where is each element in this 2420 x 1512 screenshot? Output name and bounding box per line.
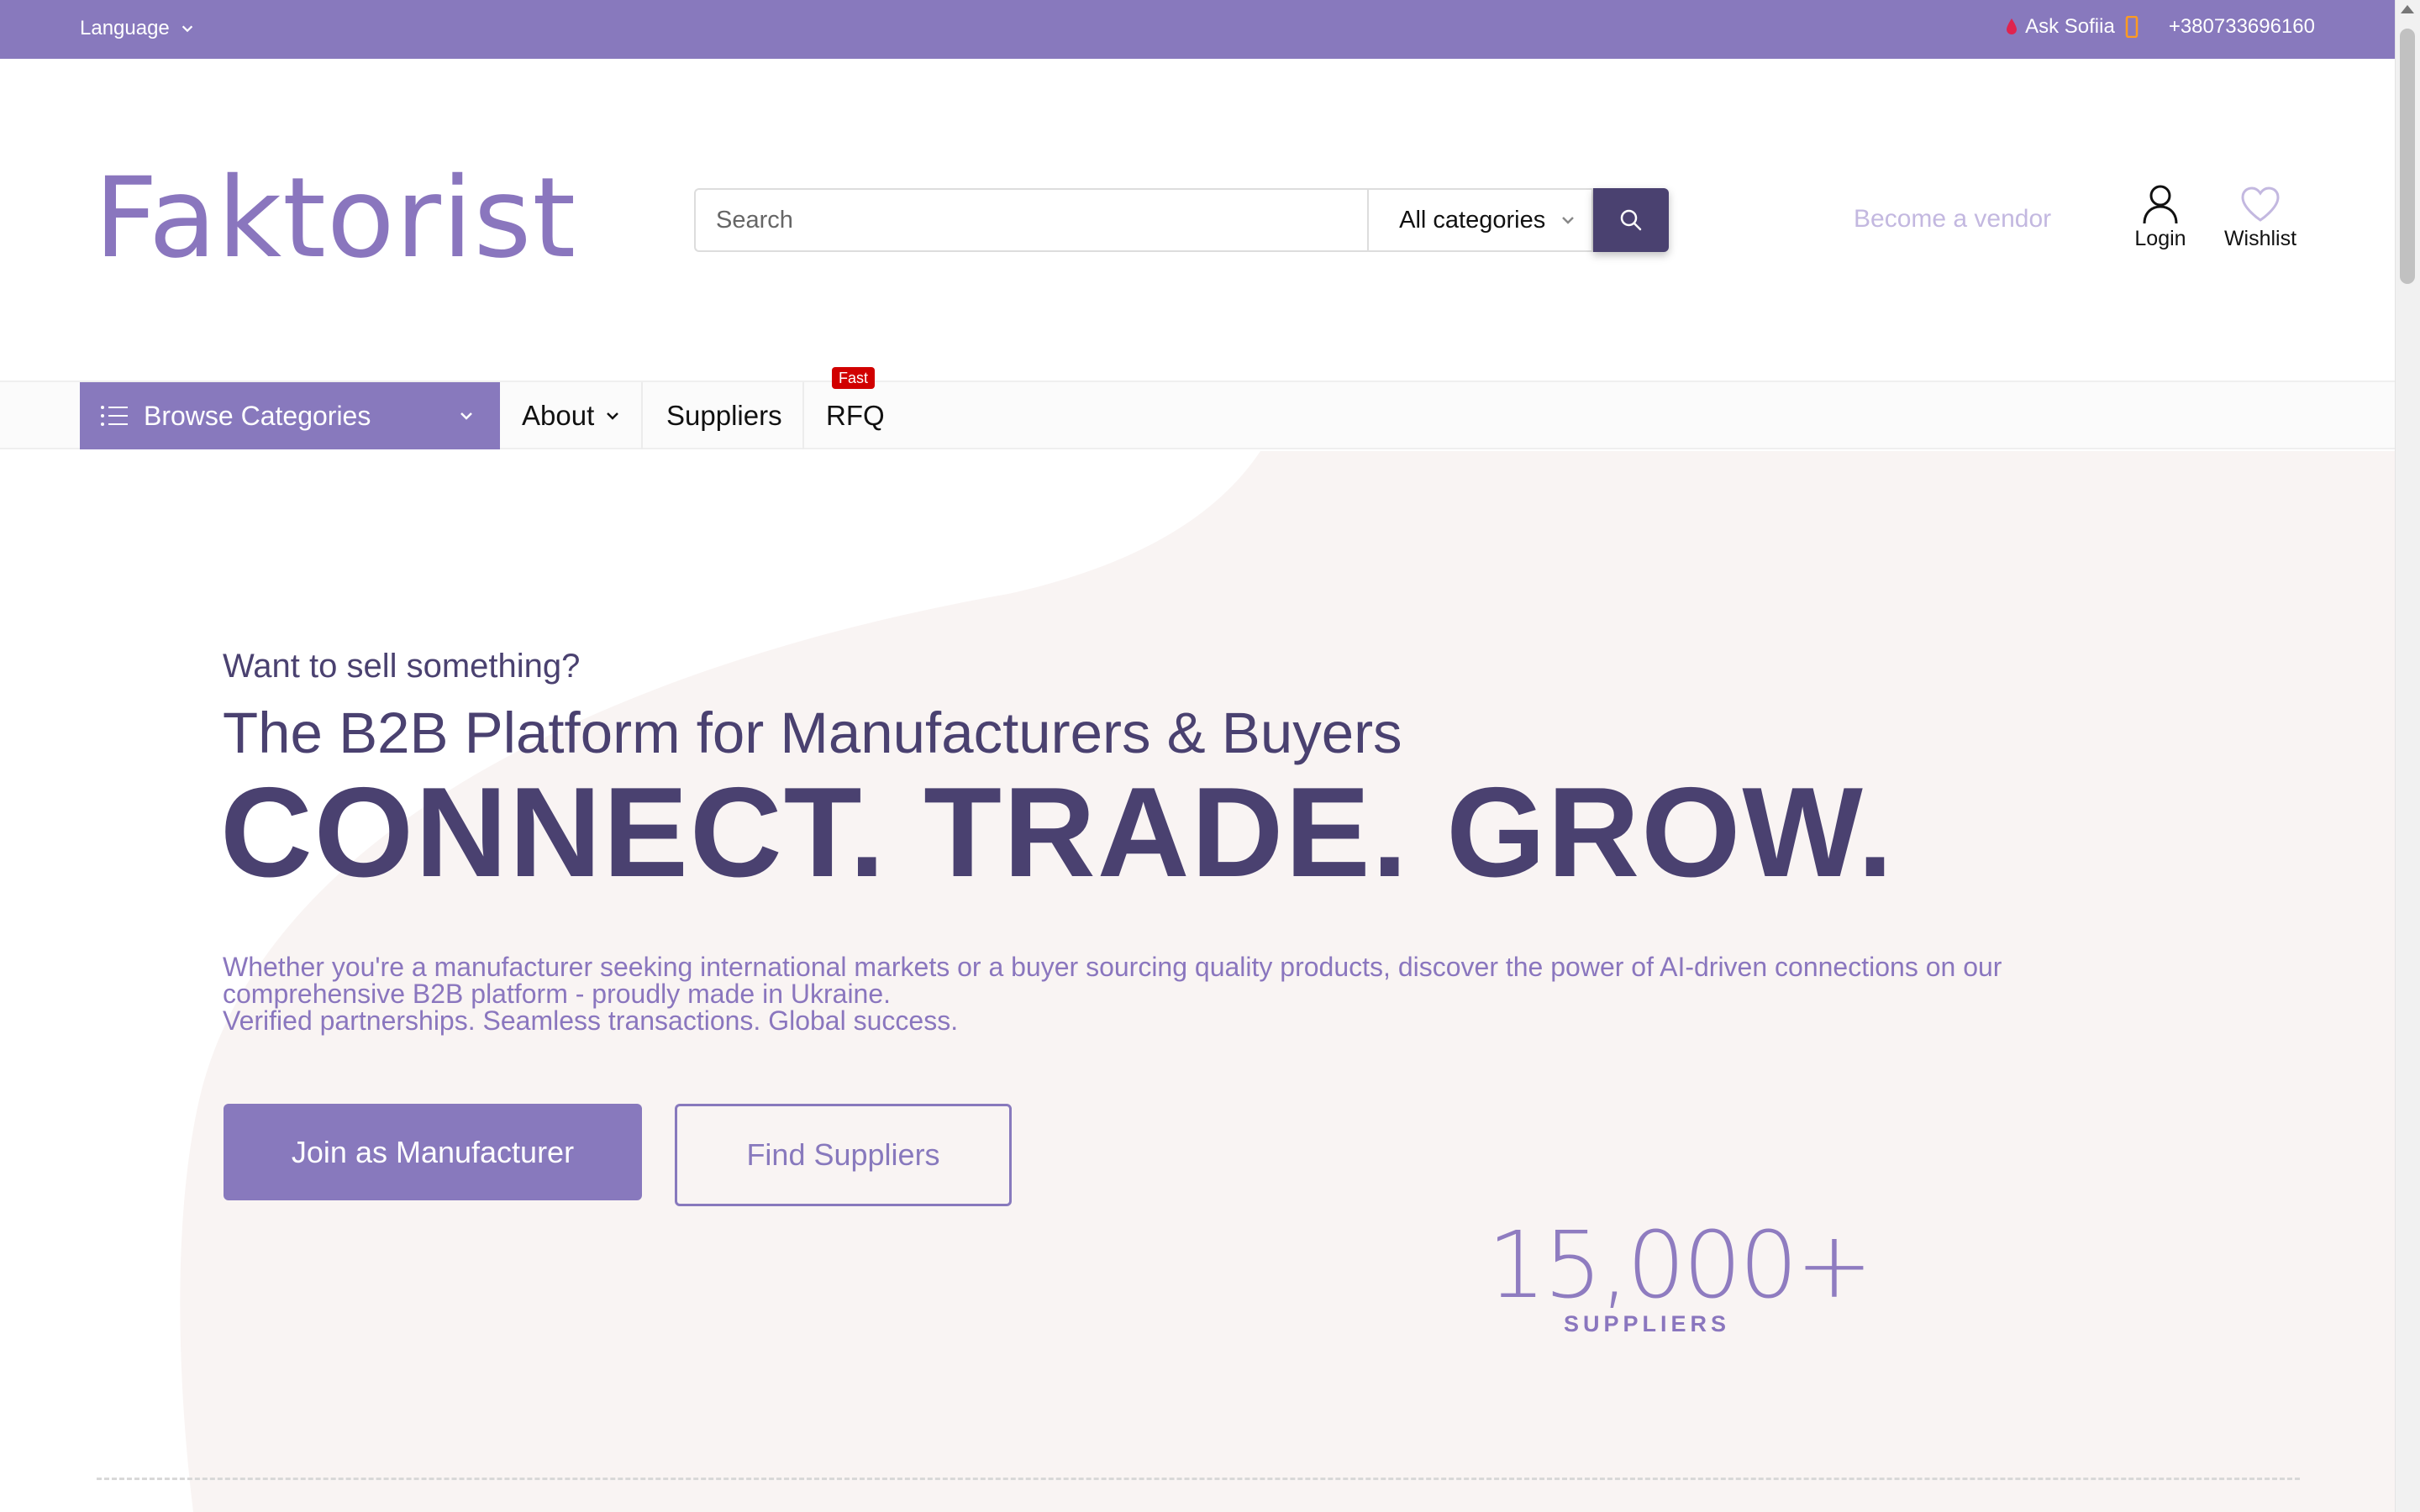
scroll-thumb[interactable] xyxy=(2400,29,2415,284)
main-nav: Browse Categories About Suppliers RFQ xyxy=(0,381,2395,449)
hero-description-tagline: Verified partnerships. Seamless transact… xyxy=(223,1005,959,1036)
chevron-down-icon xyxy=(607,412,619,420)
phone-number[interactable]: +380733696160 xyxy=(2169,15,2315,39)
drop-icon xyxy=(2007,18,2018,34)
top-bar: Language Ask Sofiia +380733696160 xyxy=(0,0,2395,59)
hero-eyebrow: Want to sell something? xyxy=(223,648,581,685)
page-scrollbar[interactable] xyxy=(2395,0,2420,1512)
chevron-down-icon xyxy=(460,412,472,420)
category-select-value: All categories xyxy=(1399,206,1546,234)
search-bar: All categories xyxy=(694,188,1669,252)
nav-item-rfq[interactable]: RFQ xyxy=(804,382,897,449)
chevron-down-icon xyxy=(1562,217,1575,224)
search-icon xyxy=(1620,209,1642,231)
fast-badge: Fast xyxy=(832,367,876,389)
become-vendor-link[interactable]: Become a vendor xyxy=(1854,205,2051,234)
section-divider xyxy=(97,1478,2300,1480)
wishlist-label: Wishlist xyxy=(2223,227,2297,250)
suppliers-count: 15,000+ xyxy=(1487,1211,1873,1319)
site-logo[interactable]: Faktorist xyxy=(94,160,576,277)
search-button[interactable] xyxy=(1593,188,1669,252)
category-select[interactable]: All categories xyxy=(1367,188,1594,252)
user-icon xyxy=(2143,185,2178,224)
heart-icon xyxy=(2241,186,2280,222)
login-button[interactable]: Login xyxy=(2131,183,2190,251)
hero-description-line: Whether you're a manufacturer seeking in… xyxy=(223,952,2002,1009)
wishlist-button[interactable]: Wishlist xyxy=(2218,185,2302,251)
join-as-manufacturer-button[interactable]: Join as Manufacturer xyxy=(224,1104,642,1200)
phone-icon xyxy=(2125,16,2139,38)
suppliers-count-label: SUPPLIERS xyxy=(1563,1311,1731,1336)
hero-subtitle: The B2B Platform for Manufacturers & Buy… xyxy=(223,701,1402,765)
chevron-down-icon xyxy=(182,25,192,33)
contact-bar: Ask Sofiia +380733696160 xyxy=(2005,15,2315,39)
scroll-up-arrow-icon[interactable] xyxy=(2401,5,2414,13)
find-suppliers-button[interactable]: Find Suppliers xyxy=(675,1104,1012,1206)
hero-section: Want to sell something? The B2B Platform… xyxy=(0,451,2395,1512)
list-icon xyxy=(101,406,128,426)
nav-item-label: RFQ xyxy=(826,400,885,431)
nav-item-label: Suppliers xyxy=(666,400,782,431)
browse-categories-button[interactable]: Browse Categories xyxy=(80,382,500,449)
browse-categories-label: Browse Categories xyxy=(144,400,371,431)
nav-item-label: About xyxy=(522,400,595,431)
ask-sofiia-link[interactable]: Ask Sofiia xyxy=(2025,15,2115,39)
hero-description: Whether you're a manufacturer seeking in… xyxy=(223,953,2096,1034)
login-label: Login xyxy=(2134,227,2186,250)
nav-item-about[interactable]: About xyxy=(500,382,643,449)
nav-item-suppliers[interactable]: Suppliers xyxy=(643,382,804,449)
language-selector[interactable]: Language xyxy=(80,17,195,40)
search-input[interactable] xyxy=(694,188,1368,252)
hero-headline: CONNECT. TRADE. GROW. xyxy=(220,761,1895,904)
language-label: Language xyxy=(80,17,170,39)
